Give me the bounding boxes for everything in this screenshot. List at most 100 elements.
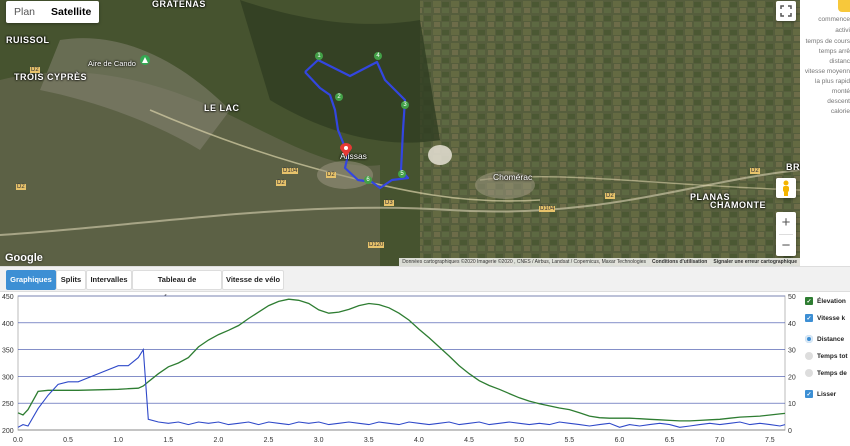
summary-label: monté [831, 88, 850, 95]
tab-tableau-performances[interactable]: Tableau de performances [132, 270, 222, 302]
y-right-tick-label: 20 [788, 374, 796, 381]
map-type-toggle: Plan Satellite [6, 1, 100, 23]
y-right-tick-label: 10 [788, 401, 796, 408]
tab-intervalles[interactable]: Intervalles [86, 270, 132, 290]
x-tick-label: 1.5 [163, 437, 173, 444]
x-tick-label: 0.5 [63, 437, 73, 444]
analysis-tabs: Graphiques Splits Intervalles Tableau de… [0, 266, 850, 302]
road-label: D120 [368, 242, 385, 248]
y-right-tick-label: 30 [788, 348, 796, 355]
map-type-satellite[interactable]: Satellite [43, 1, 99, 23]
legend-moving-time[interactable]: Temps de [805, 367, 847, 379]
campground-icon [140, 55, 150, 65]
legend-smooth[interactable]: ✓ Lisser [805, 388, 836, 400]
road-label: D2 [276, 180, 286, 186]
radio-icon[interactable] [805, 369, 813, 377]
summary-label: la plus rapid [814, 78, 850, 85]
elevation-speed-chart[interactable]: 200 250 300 350 400 450 0 10 20 30 40 50 0.0 0.5 1.0 1.… [0, 290, 803, 446]
legend-label: Élevation [817, 297, 846, 305]
road-label: D2 [605, 193, 615, 199]
x-tick-label: 3.0 [314, 437, 324, 444]
y-left-tick-label: 350 [2, 348, 14, 355]
y-left-tick-label: 250 [2, 401, 14, 408]
map-type-plan[interactable]: Plan [6, 1, 43, 23]
y-left-tick-label: 200 [2, 428, 14, 435]
x-tick-label: 4.5 [464, 437, 474, 444]
road-label: D104 [282, 168, 299, 174]
map-place-label: LE LAC [204, 103, 240, 113]
legend-label: Distance [817, 335, 845, 343]
route-marker[interactable]: 3 [401, 101, 409, 109]
road-label: D104 [539, 206, 556, 212]
x-tick-label: 4.0 [414, 437, 424, 444]
x-tick-label: 7.5 [765, 437, 775, 444]
pegman-icon [783, 180, 789, 196]
map-attribution: Données cartographiques ©2020 Imagerie ©… [399, 258, 800, 266]
summary-label: vitesse moyenn [804, 68, 850, 75]
radio-icon[interactable] [805, 352, 813, 360]
summary-label: calorie [830, 108, 850, 115]
checkbox-icon[interactable]: ✓ [805, 390, 813, 398]
street-view-button[interactable] [776, 178, 796, 198]
legend-label: Temps tot [817, 352, 848, 360]
satellite-map[interactable]: Plan Satellite + − GRATENAS RUISSOL Aire… [0, 0, 800, 266]
summary-label: descent [827, 98, 850, 105]
tab-graphiques[interactable]: Graphiques [6, 270, 56, 290]
zoom-out-button[interactable]: − [782, 235, 791, 256]
radio-icon[interactable] [805, 335, 813, 343]
route-marker[interactable]: 6 [364, 176, 372, 184]
summary-label: distanc [829, 58, 850, 65]
checkbox-icon[interactable]: ✓ [805, 297, 813, 305]
road-label: D3 [384, 200, 394, 206]
route-marker[interactable]: 5 [398, 170, 406, 178]
legend-label: Temps de [817, 369, 847, 377]
map-place-label: GRATENAS [152, 0, 206, 9]
terms-link[interactable]: Conditions d'utilisation [652, 258, 707, 266]
x-tick-label: 5.0 [514, 437, 524, 444]
google-logo: Google [5, 252, 43, 264]
road-label: D2 [16, 184, 26, 190]
road-label: D2 [750, 168, 760, 174]
summary-badge-icon [838, 0, 850, 12]
summary-label: temps arrê [818, 48, 850, 55]
x-tick-label: 5.5 [564, 437, 574, 444]
x-tick-label: 6.0 [615, 437, 625, 444]
tab-splits[interactable]: Splits [56, 270, 86, 290]
fullscreen-button[interactable] [776, 1, 796, 21]
legend-distance[interactable]: Distance [805, 333, 844, 345]
start-pin-icon[interactable] [340, 143, 352, 157]
summary-label: commence [818, 16, 850, 23]
legend-elevation[interactable]: ✓ Élevation [805, 295, 846, 307]
y-left-tick-label: 450 [2, 294, 14, 301]
tab-vitesse-velo[interactable]: Vitesse de vélo [222, 270, 284, 290]
chart-legend: ✓ Élevation ✓ Vitesse k Distance Temps t… [803, 290, 850, 446]
zoom-in-button[interactable]: + [782, 212, 791, 234]
fullscreen-icon [780, 5, 792, 17]
x-tick-label: 0.0 [13, 437, 23, 444]
map-place-label: RUISSOL [6, 35, 50, 45]
checkbox-icon[interactable]: ✓ [805, 314, 813, 322]
map-place-label: Aire de Cando [88, 59, 136, 68]
map-imagery [0, 0, 800, 266]
activity-summary-panel: commence activi temps de cours temps arr… [800, 0, 850, 266]
map-place-label: TROIS CYPRÈS [14, 72, 88, 82]
route-marker[interactable]: 2 [335, 93, 343, 101]
plot-area [17, 295, 786, 431]
route-marker[interactable]: 4 [374, 52, 382, 60]
x-tick-label: 2.0 [214, 437, 224, 444]
zoom-control: + − [776, 212, 796, 256]
map-place-label: Chomérac [493, 172, 533, 182]
summary-label: temps de cours [805, 38, 850, 45]
map-place-label: CHAMONTE [710, 200, 766, 210]
road-label: D2 [30, 67, 40, 73]
x-tick-label: 2.5 [264, 437, 274, 444]
legend-speed[interactable]: ✓ Vitesse k [805, 312, 845, 324]
summary-label: activi [835, 27, 850, 34]
report-error-link[interactable]: Signaler une erreur cartographique [713, 258, 797, 266]
x-tick-label: 7.0 [715, 437, 725, 444]
route-marker[interactable]: 1 [315, 52, 323, 60]
y-right-tick-label: 50 [788, 294, 796, 301]
y-left-tick-label: 400 [2, 321, 14, 328]
legend-total-time[interactable]: Temps tot [805, 350, 848, 362]
y-right-tick-label: 0 [788, 428, 792, 435]
